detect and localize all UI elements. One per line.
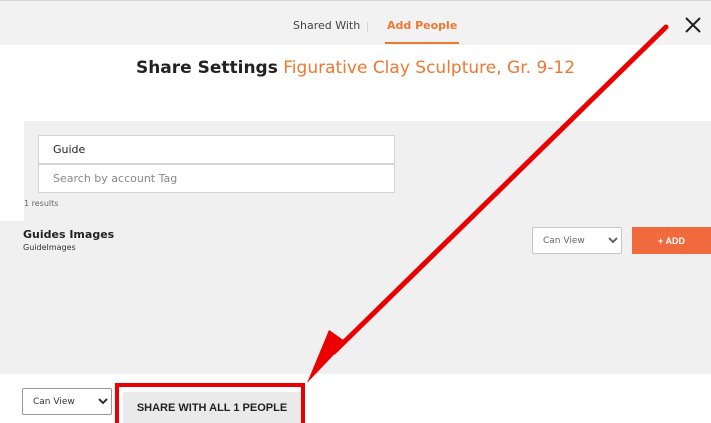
tab-divider (367, 22, 368, 32)
title-label: Share Settings (135, 58, 278, 78)
result-item-subtitle: GuideImages (23, 243, 76, 252)
close-icon[interactable] (681, 13, 705, 37)
tab-bar: Shared With Add People (0, 0, 711, 45)
title-item-name: Figurative Clay Sculpture, Gr. 9-12 (283, 58, 576, 78)
share-with-all-button[interactable]: SHARE WITH ALL 1 PEOPLE (123, 392, 301, 423)
result-permission-select[interactable]: Can View (532, 227, 622, 254)
page-title: Share Settings Figurative Clay Sculpture… (0, 58, 711, 78)
result-item-name: Guides Images (23, 228, 115, 241)
search-tag-input[interactable] (38, 164, 395, 193)
results-count: 1 results (24, 199, 59, 208)
bulk-permission-select[interactable]: Can View (22, 388, 112, 415)
search-name-input[interactable] (38, 135, 395, 164)
tab-add-people[interactable]: Add People (385, 1, 460, 44)
add-button[interactable]: + ADD (632, 227, 711, 254)
tab-shared-with[interactable]: Shared With (293, 1, 360, 42)
